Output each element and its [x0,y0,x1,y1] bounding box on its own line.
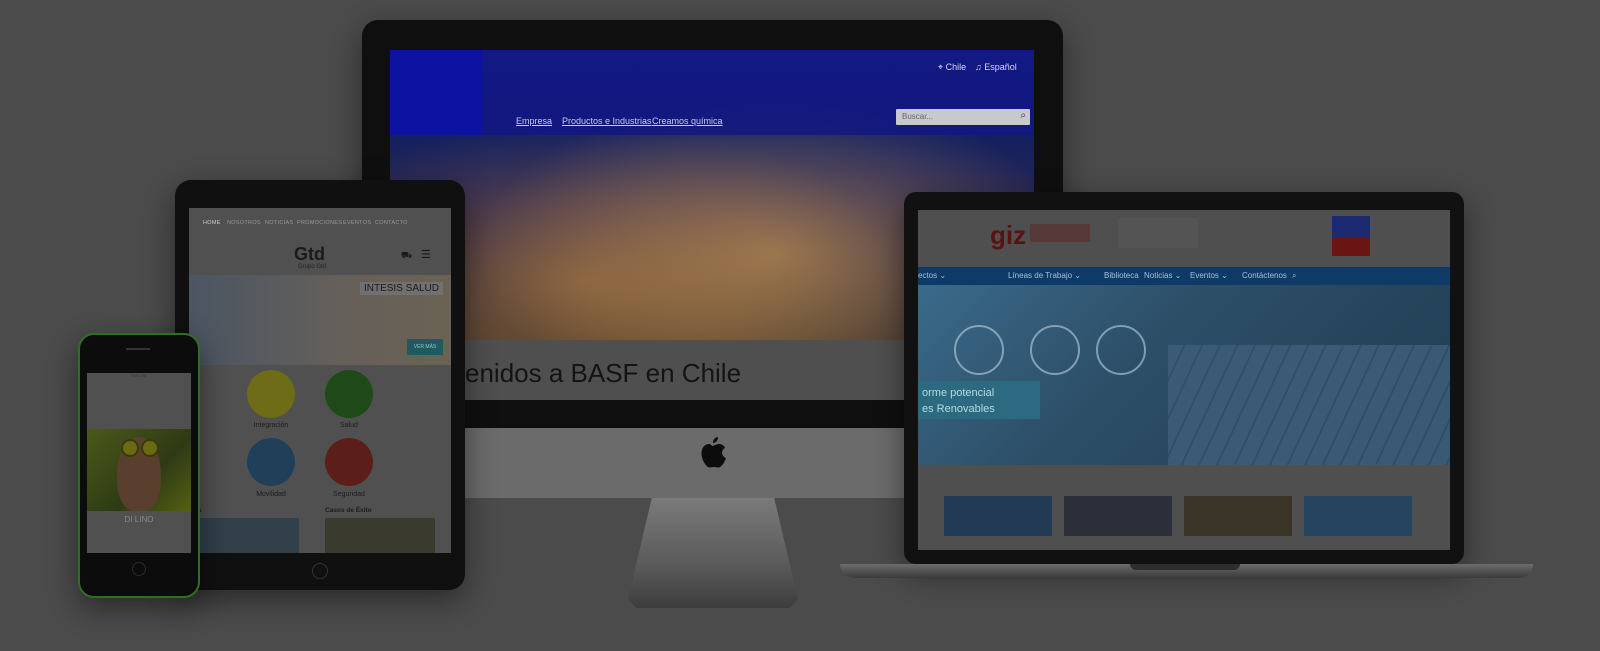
phone-speaker [126,348,150,350]
macbook-device: giz ectos ⌄ Líneas de Trabajo ⌄ Bibliote… [840,192,1540,592]
ministry-logo [1118,218,1198,248]
tablet-screen-gtd-site: HOME NOSOTROS NOTICIAS PROMOCIONES EVENT… [189,208,451,553]
cart-icon[interactable]: ⛟ [401,250,412,262]
movilidad-icon[interactable] [247,438,295,486]
nav-proyectos[interactable]: ectos ⌄ [918,271,946,280]
gtd-logo[interactable]: Gtd Grupo Gtd [294,244,326,270]
apple-logo-icon [701,437,726,468]
nav-promociones[interactable]: PROMOCIONES [297,220,342,226]
status-bar: 9:41 AM [131,373,147,378]
nav-creamos-quimica[interactable]: Creamos química [652,116,723,126]
nav-eventos[interactable]: EVENTOS [343,220,371,226]
solar-panel-image [1168,345,1450,465]
news-thumb[interactable] [1184,496,1292,536]
giz-nav-bar: ectos ⌄ Líneas de Trabajo ⌄ Biblioteca N… [918,267,1450,285]
menu-icon[interactable]: ☰ [421,248,431,261]
nav-noticias[interactable]: Noticias ⌄ [1144,271,1181,280]
case-photo[interactable] [325,518,435,553]
search-icon[interactable]: ⌕ [1020,110,1026,121]
chile-gov-logo [1332,216,1370,256]
language-link[interactable]: ♫ Español [975,62,1017,72]
glasses-lens-right [141,439,159,457]
seguridad-label: Seguridad [333,491,365,498]
phone-hero-image [87,429,191,511]
integracion-icon[interactable] [247,370,295,418]
leaf-icon [1096,325,1146,375]
salud-label: Salud [340,422,358,429]
home-button[interactable] [132,562,146,576]
section-casos-exito: Casos de Éxito [325,507,372,514]
news-thumb[interactable] [1064,496,1172,536]
nav-productos-industrias[interactable]: Productos e Industrias [562,116,652,126]
nav-lineas-trabajo[interactable]: Líneas de Trabajo ⌄ [1008,271,1081,280]
hand-icon [1030,325,1080,375]
ver-mas-button[interactable]: VER MÁS [407,339,443,355]
laptop-notch [1130,564,1240,570]
phone-brand: DI LINO [124,515,154,524]
giz-hero-banner [918,285,1450,465]
glasses-lens-left [121,439,139,457]
news-photo[interactable] [189,518,299,553]
news-thumb[interactable] [944,496,1052,536]
nav-home[interactable]: HOME [203,220,221,226]
water-icon [954,325,1004,375]
nav-eventos[interactable]: Eventos ⌄ [1190,271,1228,280]
ipad-device: HOME NOSOTROS NOTICIAS PROMOCIONES EVENT… [175,180,465,590]
hero-caption: orme potencial es Renovables [918,381,1040,419]
search-icon[interactable]: ⌕ [1292,271,1296,281]
giz-logo[interactable]: giz [990,220,1026,251]
nav-contactenos[interactable]: Contáctenos [1242,271,1287,280]
banner-title: INTESIS SALUD [359,282,443,295]
intesis-banner: INTESIS SALUD VER MÁS [189,275,451,365]
search-input[interactable]: Buscar... ⌕ [896,109,1030,125]
giz-header: giz [918,210,1450,267]
language-icon: ♫ [975,62,982,72]
home-button[interactable] [312,563,328,579]
nav-nosotros[interactable]: NOSOTROS [227,220,261,226]
seguridad-icon[interactable] [325,438,373,486]
country-link[interactable]: ⌖ Chile [938,62,966,73]
imac-stand [628,498,798,608]
giz-tagline-block [1030,224,1090,242]
location-pin-icon: ⌖ [938,62,944,72]
welcome-title: venidos a BASF en Chile [452,358,742,388]
nav-noticias[interactable]: NOTICIAS [265,220,293,226]
iphone-device: 9:41 AM DI LINO [78,333,200,598]
basf-logo-block[interactable] [390,50,482,135]
salud-icon[interactable] [325,370,373,418]
movilidad-label: Movilidad [256,491,286,498]
phone-screen-site: 9:41 AM [87,373,191,553]
nav-biblioteca[interactable]: Biblioteca [1104,271,1139,280]
nav-empresa[interactable]: Empresa [516,116,552,126]
laptop-screen-giz-site: giz ectos ⌄ Líneas de Trabajo ⌄ Bibliote… [918,210,1450,550]
nav-contacto[interactable]: CONTACTO [375,220,408,226]
integracion-label: Integración [253,422,289,429]
news-thumb[interactable] [1304,496,1412,536]
